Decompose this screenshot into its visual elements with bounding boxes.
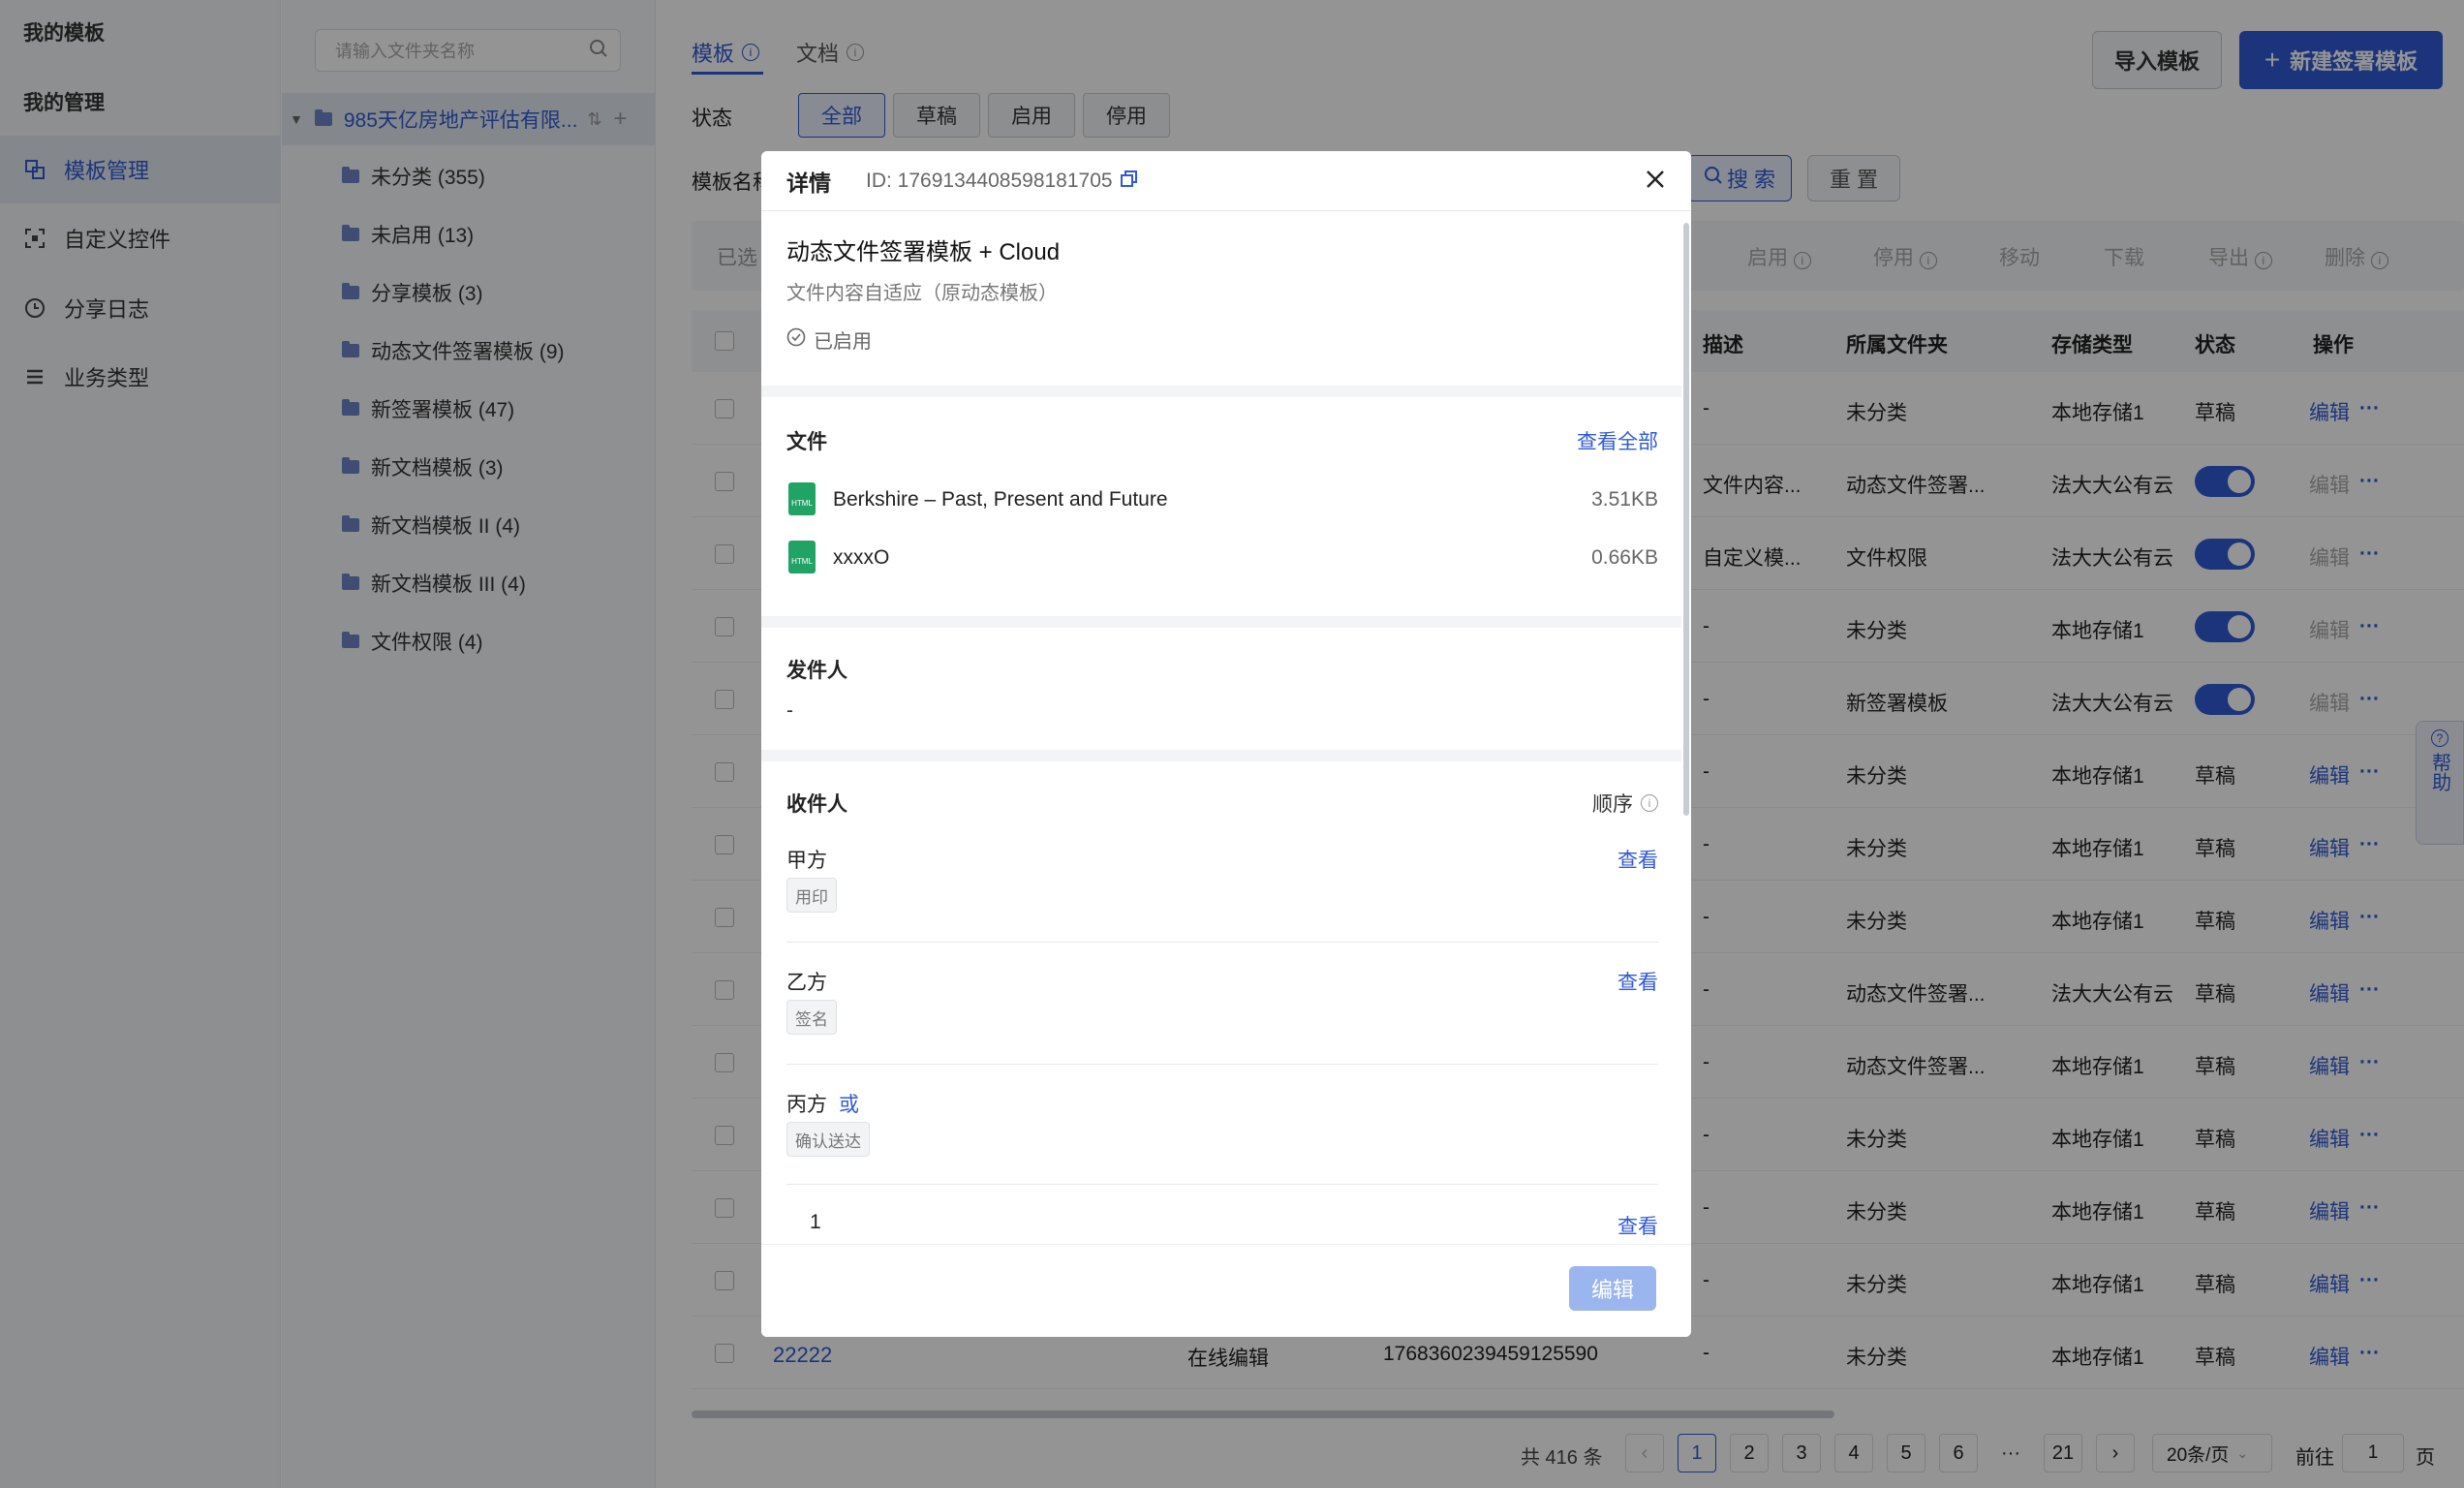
modal-scrollbar-thumb[interactable] [1683, 223, 1689, 816]
view-recipient-link[interactable]: 查看 [1617, 1211, 1658, 1240]
template-status-label: 已启用 [814, 331, 872, 353]
recipient-action-tag: 用印 [786, 878, 837, 913]
template-name: 动态文件签署模板 + Cloud [786, 239, 1061, 265]
close-icon[interactable] [1645, 169, 1666, 196]
recipients-section-title: 收件人 [786, 793, 847, 816]
modal-header: 详情 ID: 1769134408598181705 [761, 151, 1691, 211]
info-icon: i [1641, 794, 1658, 812]
view-all-files-link[interactable]: 查看全部 [1577, 426, 1658, 455]
recipient-action-tag: 签名 [786, 1000, 837, 1035]
template-description: 文件内容自适应（原动态模板） [786, 283, 1058, 304]
recipient-sub-item: 1 [810, 1211, 821, 1233]
section-divider [761, 386, 1681, 397]
modal-body: 动态文件签署模板 + Cloud 文件内容自适应（原动态模板） 已启用 文件 查… [761, 211, 1691, 1337]
file-size: 0.66KB [1591, 546, 1658, 569]
recipient-action-tag: 确认送达 [786, 1122, 870, 1157]
modal-title: 详情 [786, 170, 831, 196]
sender-value: - [786, 699, 793, 722]
file-icon-text: HTML [791, 557, 813, 566]
check-circle-icon [786, 327, 806, 353]
view-recipient-link[interactable]: 查看 [1617, 967, 1658, 996]
recipient-divider [786, 1184, 1658, 1185]
recipient-or-label: 或 [839, 1094, 859, 1116]
modal-edit-button[interactable]: 编辑 [1569, 1266, 1656, 1311]
recipient-divider [786, 1064, 1658, 1065]
signing-order-label: 顺序 [1592, 793, 1633, 816]
html-file-icon: HTML [788, 541, 816, 574]
signing-order: 顺序 i [1592, 789, 1658, 818]
template-status: 已启用 [786, 326, 872, 354]
file-name[interactable]: Berkshire – Past, Present and Future [833, 488, 1168, 512]
recipient-divider [786, 942, 1658, 943]
recipient-name: 乙方 [786, 972, 827, 994]
recipient-name: 甲方 [786, 850, 827, 872]
section-divider [761, 616, 1681, 628]
sender-section-title: 发件人 [786, 660, 847, 682]
view-recipient-link[interactable]: 查看 [1617, 845, 1658, 874]
files-section-title: 文件 [786, 431, 827, 453]
file-size: 3.51KB [1591, 488, 1658, 511]
recipient-name: 丙方 [786, 1094, 827, 1116]
template-id-label: ID: 1769134408598181705 [866, 169, 1113, 192]
file-name[interactable]: xxxxO [833, 546, 889, 570]
html-file-icon: HTML [788, 482, 816, 515]
detail-modal: 详情 ID: 1769134408598181705 动态文件签署模板 + Cl… [761, 151, 1691, 1337]
file-icon-text: HTML [791, 499, 813, 508]
modal-footer: 编辑 [761, 1244, 1691, 1337]
section-divider [761, 750, 1681, 761]
copy-icon[interactable] [1120, 169, 1138, 194]
